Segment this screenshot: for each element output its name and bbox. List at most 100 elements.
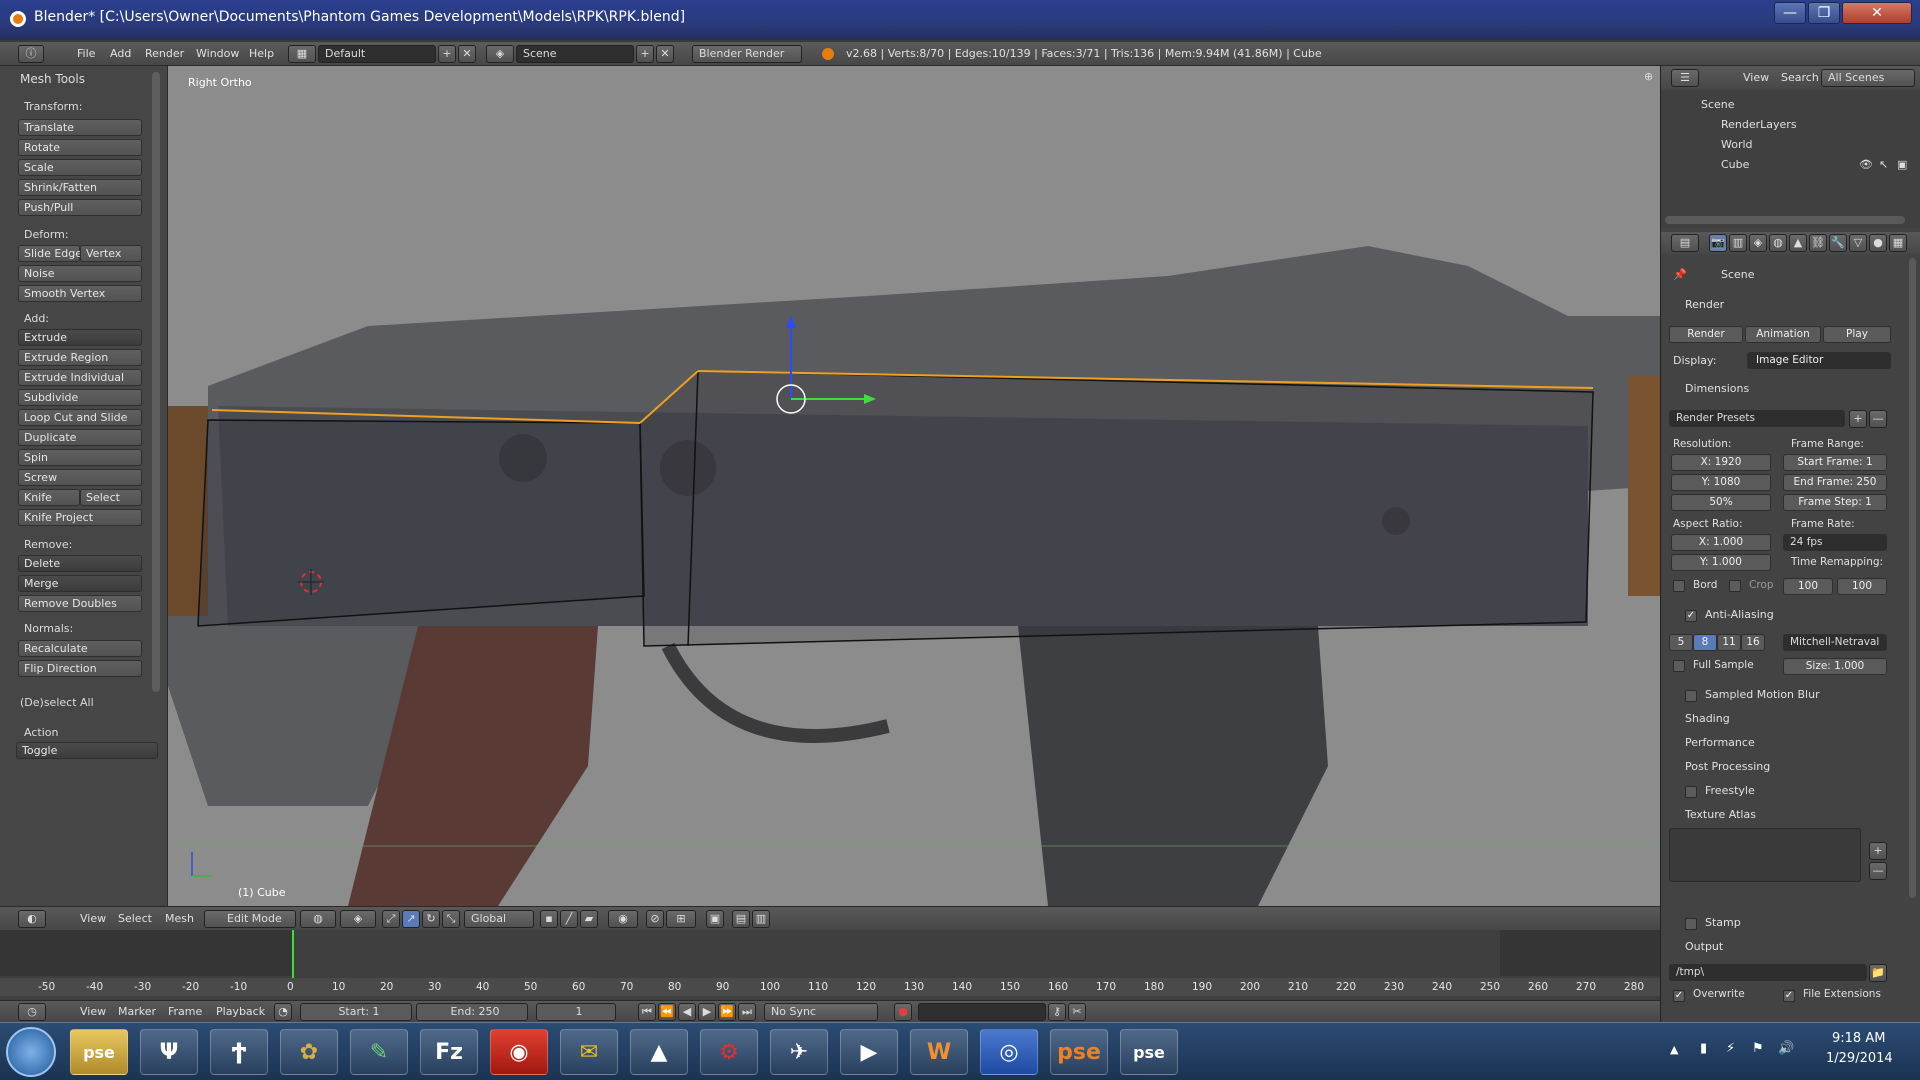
- layout-add-icon[interactable]: +: [438, 45, 456, 63]
- close-button[interactable]: ✕: [1842, 2, 1912, 24]
- start-frame-field[interactable]: Start: 1: [300, 1003, 412, 1021]
- keying-set-field[interactable]: [918, 1003, 1046, 1021]
- outliner-item-cube[interactable]: Cube: [1721, 158, 1749, 171]
- stamp-section[interactable]: Stamp: [1705, 916, 1741, 929]
- aa-size-field[interactable]: Size: 1.000: [1783, 658, 1887, 675]
- rotate-manipulator-icon[interactable]: ↻: [422, 910, 440, 928]
- subdivide-button[interactable]: Subdivide: [18, 389, 142, 406]
- eye-icon[interactable]: 👁: [1859, 158, 1873, 171]
- viewport-select-menu[interactable]: Select: [118, 912, 152, 925]
- taskbar-app-4[interactable]: ✿: [280, 1029, 338, 1075]
- taskbar-app-mail[interactable]: ▲: [630, 1029, 688, 1075]
- outliner-editor-icon[interactable]: ☰: [1671, 69, 1699, 87]
- shading-icon[interactable]: ◍: [300, 910, 336, 928]
- menu-window[interactable]: Window: [196, 47, 239, 60]
- world-tab-icon[interactable]: ◍: [1769, 234, 1787, 252]
- aa-samples-8[interactable]: 8: [1693, 634, 1717, 651]
- render-restrict-icon[interactable]: ▣: [1897, 158, 1907, 171]
- aa-samples-5[interactable]: 5: [1669, 634, 1693, 651]
- texture-tab-icon[interactable]: ▦: [1889, 234, 1907, 252]
- knife-project-button[interactable]: Knife Project: [18, 509, 142, 526]
- taskbar-app-pse2[interactable]: pse: [1120, 1029, 1178, 1075]
- menu-help[interactable]: Help: [249, 47, 274, 60]
- play-reverse-icon[interactable]: ◀: [678, 1003, 696, 1021]
- output-path-field[interactable]: /tmp\: [1669, 964, 1867, 981]
- timeline-marker-menu[interactable]: Marker: [118, 1005, 156, 1018]
- maximize-button[interactable]: ❐: [1808, 2, 1840, 24]
- taskbar-app-3[interactable]: Ϯ: [210, 1029, 268, 1075]
- material-tab-icon[interactable]: ●: [1869, 234, 1887, 252]
- 3d-viewport[interactable]: Right Ortho (1) Cube ⊕: [168, 66, 1660, 906]
- viewport-view-menu[interactable]: View: [80, 912, 106, 925]
- render-layers-tab-icon[interactable]: ▥: [1729, 234, 1747, 252]
- performance-section[interactable]: Performance: [1685, 736, 1755, 749]
- aa-filter-selector[interactable]: Mitchell-Netraval: [1783, 634, 1887, 651]
- resolution-x-field[interactable]: X: 1920: [1671, 454, 1771, 471]
- insert-keyframe-icon[interactable]: ⚷: [1048, 1003, 1066, 1021]
- aa-samples-11[interactable]: 11: [1717, 634, 1741, 651]
- taskbar-app-explorer[interactable]: pse: [70, 1029, 128, 1075]
- taskbar-app-chrome[interactable]: ✉: [560, 1029, 618, 1075]
- jump-key-forward-icon[interactable]: ⏩: [718, 1003, 736, 1021]
- crop-checkbox[interactable]: [1729, 580, 1741, 592]
- timeline-editor-icon[interactable]: ◷: [18, 1003, 46, 1021]
- resolution-y-field[interactable]: Y: 1080: [1671, 474, 1771, 491]
- scene-selector[interactable]: Scene: [516, 45, 634, 63]
- camera-icon[interactable]: ▥: [752, 910, 770, 928]
- delete-dropdown[interactable]: Delete: [18, 555, 142, 572]
- atlas-add-icon[interactable]: +: [1869, 842, 1887, 860]
- action-dropdown[interactable]: Toggle: [16, 742, 158, 759]
- vertex-select-icon[interactable]: ▪: [540, 910, 558, 928]
- menu-file[interactable]: File: [77, 47, 95, 60]
- layout-selector[interactable]: Default: [318, 45, 436, 63]
- layout-icon[interactable]: ▦: [288, 45, 316, 63]
- anti-aliasing-checkbox[interactable]: ✓: [1685, 610, 1697, 622]
- snap-toggle-icon[interactable]: ⊘: [646, 910, 664, 928]
- full-sample-checkbox[interactable]: [1673, 660, 1685, 672]
- outliner-item-scene[interactable]: Scene: [1701, 98, 1735, 111]
- snap-element-icon[interactable]: ⊞: [666, 910, 696, 928]
- time-remap-new-field[interactable]: 100: [1837, 578, 1887, 595]
- folder-browse-icon[interactable]: 📁: [1869, 964, 1887, 982]
- aspect-x-field[interactable]: X: 1.000: [1671, 534, 1771, 551]
- tool-shelf-scrollbar[interactable]: [152, 72, 160, 692]
- render-button[interactable]: Render: [1669, 326, 1743, 343]
- taskbar-app-12[interactable]: ▶: [840, 1029, 898, 1075]
- motion-blur-checkbox[interactable]: [1685, 690, 1697, 702]
- render-engine-selector[interactable]: Blender Render: [692, 45, 802, 63]
- merge-dropdown[interactable]: Merge: [18, 575, 142, 592]
- taskbar-app-6[interactable]: Fz: [420, 1029, 478, 1075]
- translate-button[interactable]: Translate: [18, 119, 142, 136]
- jump-start-icon[interactable]: ⏮: [638, 1003, 656, 1021]
- scale-button[interactable]: Scale: [18, 159, 142, 176]
- manipulator-icon[interactable]: ⤢: [382, 910, 400, 928]
- outliner-scope-selector[interactable]: All Scenes: [1821, 69, 1915, 87]
- start-frame-property[interactable]: Start Frame: 1: [1783, 454, 1887, 471]
- output-section-title[interactable]: Output: [1685, 940, 1723, 953]
- taskbar-app-2[interactable]: Ψ: [140, 1029, 198, 1075]
- smooth-vertex-button[interactable]: Smooth Vertex: [18, 285, 142, 302]
- overwrite-checkbox[interactable]: ✓: [1673, 990, 1685, 1002]
- pin-icon[interactable]: 📌: [1673, 268, 1687, 281]
- scene-remove-icon[interactable]: ✕: [656, 45, 674, 63]
- deselect-all-title[interactable]: (De)select All: [20, 696, 94, 709]
- slide-edge-button[interactable]: Slide Edge: [18, 245, 82, 262]
- outliner-scrollbar[interactable]: [1665, 216, 1905, 224]
- aspect-y-field[interactable]: Y: 1.000: [1671, 554, 1771, 571]
- tray-flag-icon[interactable]: ⚑: [1752, 1041, 1764, 1056]
- post-processing-section[interactable]: Post Processing: [1685, 760, 1770, 773]
- end-frame-field[interactable]: End: 250: [416, 1003, 528, 1021]
- render-panel-title[interactable]: Render: [1685, 298, 1724, 311]
- noise-button[interactable]: Noise: [18, 265, 142, 282]
- minimize-button[interactable]: —: [1774, 2, 1806, 24]
- resolution-percent-slider[interactable]: 50%: [1671, 494, 1771, 511]
- outliner-item-renderlayers[interactable]: RenderLayers: [1721, 118, 1797, 131]
- current-frame-field[interactable]: 1: [536, 1003, 616, 1021]
- remove-doubles-button[interactable]: Remove Doubles: [18, 595, 142, 612]
- cursor-restrict-icon[interactable]: ↖: [1879, 158, 1888, 171]
- jump-end-icon[interactable]: ⏭: [738, 1003, 756, 1021]
- timeline[interactable]: -50 -40 -30 -20 -10 0 10 20 30 40 50 60 …: [0, 930, 1660, 1000]
- border-checkbox[interactable]: [1673, 580, 1685, 592]
- tray-power-icon[interactable]: ⚡: [1726, 1041, 1735, 1056]
- start-button-icon[interactable]: [6, 1027, 56, 1077]
